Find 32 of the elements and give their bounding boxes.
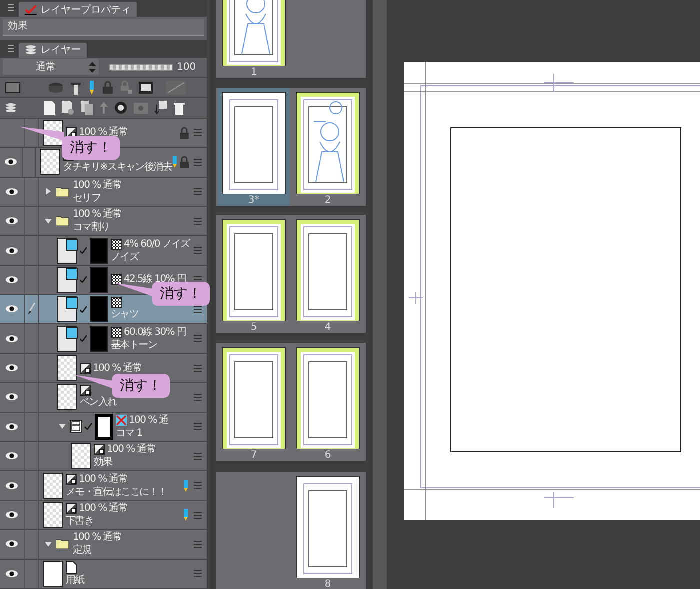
layer-name: 基本トーン (111, 338, 158, 352)
layer-name: 定規 (73, 544, 92, 558)
layer-name: コマ 1 (116, 426, 144, 440)
layer-info: 100 % 通常 (93, 362, 142, 375)
layer-name: 用紙 (66, 574, 84, 587)
layer-name: 効果 (94, 456, 114, 470)
layer-name: 下書き (66, 515, 95, 528)
page-number: 8 (324, 579, 332, 589)
layer-info: 100 % 通常 (79, 502, 128, 516)
layer-info: 100 % 通常 (79, 472, 128, 486)
layer-name: セリフ (73, 192, 102, 205)
layer-info: 100 % 通常 (73, 208, 122, 222)
layer-info: 100 % 通常 (107, 443, 156, 456)
page-number: 1 (250, 67, 258, 78)
page-number: 6 (324, 450, 332, 461)
layer-name: コマ割り (73, 221, 111, 234)
page-number: 5 (250, 322, 258, 333)
layer-name: タチキリ※スキャン後消去 (63, 161, 172, 174)
layer-name: メモ・宣伝はここに！！ (66, 486, 168, 499)
layer-name: ペン入れ (80, 396, 117, 410)
layer-info: 100 % 通常 (73, 178, 122, 192)
layer-name: シャツ (111, 308, 139, 322)
layer-info: 100 % 通常 (73, 531, 122, 544)
opacity-value: 100 (177, 62, 196, 73)
page-number: 3* (248, 195, 260, 206)
page-number: 2 (324, 195, 332, 206)
layer-info: 60.0線 30% 円 (124, 326, 186, 339)
layer-info: 100 % 通 (129, 414, 168, 427)
page-number: 7 (250, 450, 258, 461)
layer-info: 4% 60/0 ノイズ (124, 238, 190, 250)
page-number: 4 (324, 322, 332, 333)
layer-name: ノイズ (111, 250, 140, 264)
